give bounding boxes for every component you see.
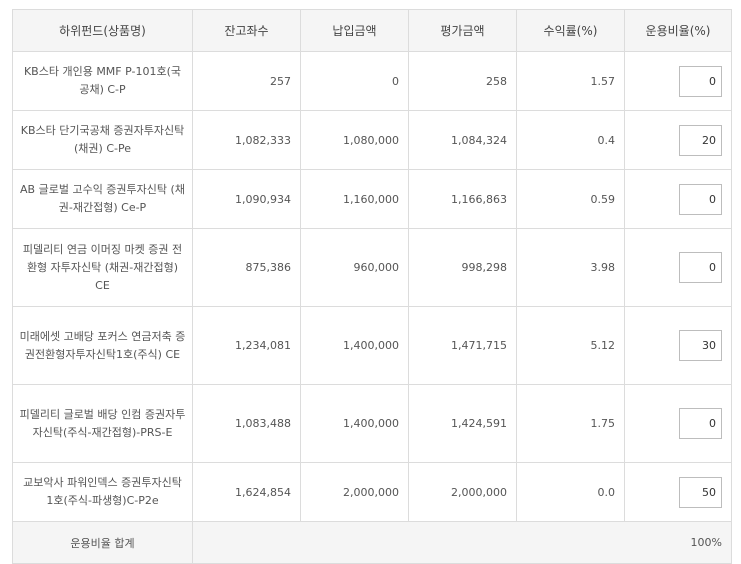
paid-amount-cell: 2,000,000 [300,462,409,522]
fund-name-cell: 피델리티 글로벌 배당 인컴 증권자투자신탁(주식-재간접형)-PRS-E [12,384,193,463]
table-header-row: 하위펀드(상품명) 잔고좌수 납입금액 평가금액 수익률(%) 운용비율(%) [12,9,732,52]
paid-amount-cell: 960,000 [300,228,409,307]
balance-cell: 1,083,488 [192,384,301,463]
table-row: AB 글로벌 고수익 증권투자신탁 (채권-재간접형) Ce-P 1,090,9… [12,169,732,229]
table-row: KB스타 개인용 MMF P-101호(국공채) C-P 257 0 258 1… [12,51,732,111]
allocation-input[interactable] [679,476,722,508]
paid-amount-cell: 1,400,000 [300,306,409,385]
fund-name-cell: KB스타 개인용 MMF P-101호(국공채) C-P [12,51,193,111]
header-balance: 잔고좌수 [192,9,301,52]
total-value: 100% [192,521,732,564]
return-rate-cell: 0.4 [516,110,625,170]
allocation-input[interactable] [679,124,722,156]
valuation-cell: 2,000,000 [408,462,517,522]
valuation-cell: 1,084,324 [408,110,517,170]
allocation-cell [624,228,732,307]
table-row: 피델리티 연금 이머징 마켓 증권 전환형 자투자신탁 (채권-재간접형) CE… [12,228,732,307]
balance-cell: 1,624,854 [192,462,301,522]
balance-cell: 257 [192,51,301,111]
header-fund-name: 하위펀드(상품명) [12,9,193,52]
return-rate-cell: 0.59 [516,169,625,229]
fund-name-cell: 교보악사 파워인덱스 증권투자신탁 1호(주식-파생형)C-P2e [12,462,193,522]
paid-amount-cell: 1,160,000 [300,169,409,229]
table-row: 피델리티 글로벌 배당 인컴 증권자투자신탁(주식-재간접형)-PRS-E 1,… [12,384,732,463]
allocation-cell [624,51,732,111]
allocation-cell [624,462,732,522]
fund-name-cell: 미래에셋 고배당 포커스 연금저축 증권전환형자투자신탁1호(주식) CE [12,306,193,385]
return-rate-cell: 3.98 [516,228,625,307]
paid-amount-cell: 1,080,000 [300,110,409,170]
valuation-cell: 1,166,863 [408,169,517,229]
valuation-cell: 258 [408,51,517,111]
return-rate-cell: 0.0 [516,462,625,522]
table-row: 교보악사 파워인덱스 증권투자신탁 1호(주식-파생형)C-P2e 1,624,… [12,462,732,522]
fund-name-cell: AB 글로벌 고수익 증권투자신탁 (채권-재간접형) Ce-P [12,169,193,229]
total-label: 운용비율 합계 [12,521,193,564]
allocation-cell [624,384,732,463]
allocation-cell [624,169,732,229]
allocation-cell [624,110,732,170]
balance-cell: 1,082,333 [192,110,301,170]
valuation-cell: 998,298 [408,228,517,307]
table-row: 미래에셋 고배당 포커스 연금저축 증권전환형자투자신탁1호(주식) CE 1,… [12,306,732,385]
allocation-input[interactable] [679,330,722,361]
header-allocation: 운용비율(%) [624,9,732,52]
header-return-rate: 수익률(%) [516,9,625,52]
valuation-cell: 1,471,715 [408,306,517,385]
allocation-input[interactable] [679,183,722,215]
allocation-input[interactable] [679,65,722,97]
allocation-input[interactable] [679,252,722,283]
balance-cell: 1,090,934 [192,169,301,229]
fund-allocation-table: 하위펀드(상품명) 잔고좌수 납입금액 평가금액 수익률(%) 운용비율(%) … [12,9,732,564]
paid-amount-cell: 1,400,000 [300,384,409,463]
allocation-input[interactable] [679,408,722,439]
valuation-cell: 1,424,591 [408,384,517,463]
return-rate-cell: 1.75 [516,384,625,463]
header-valuation: 평가금액 [408,9,517,52]
balance-cell: 1,234,081 [192,306,301,385]
allocation-cell [624,306,732,385]
total-row: 운용비율 합계 100% [12,521,732,564]
table-row: KB스타 단기국공채 증권자투자신탁(채권) C-Pe 1,082,333 1,… [12,110,732,170]
header-paid-amount: 납입금액 [300,9,409,52]
fund-name-cell: 피델리티 연금 이머징 마켓 증권 전환형 자투자신탁 (채권-재간접형) CE [12,228,193,307]
return-rate-cell: 1.57 [516,51,625,111]
balance-cell: 875,386 [192,228,301,307]
paid-amount-cell: 0 [300,51,409,111]
return-rate-cell: 5.12 [516,306,625,385]
fund-name-cell: KB스타 단기국공채 증권자투자신탁(채권) C-Pe [12,110,193,170]
